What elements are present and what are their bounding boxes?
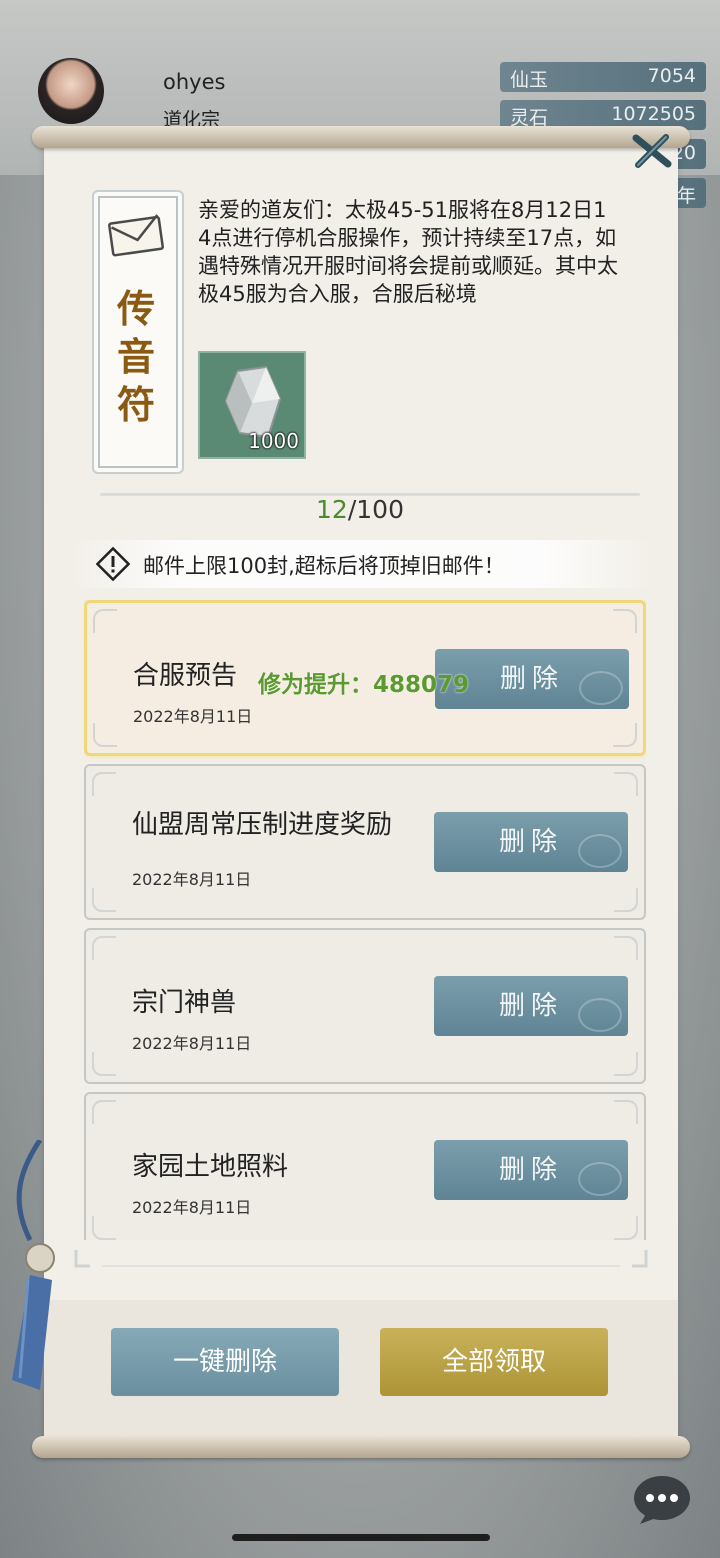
corner-ornament: [614, 1100, 638, 1124]
delete-mail-button[interactable]: 删除: [434, 976, 628, 1036]
mail-date: 2022年8月11日: [132, 1198, 252, 1217]
title-char: 符: [116, 382, 155, 427]
mail-date: 2022年8月11日: [132, 1034, 252, 1053]
delete-mail-button[interactable]: 删除: [434, 1140, 628, 1200]
warning-icon: [96, 547, 130, 581]
cloud-pattern: [578, 1162, 622, 1196]
delete-all-button[interactable]: 一键删除: [111, 1328, 339, 1396]
mail-title: 宗门神兽: [132, 988, 237, 1018]
corner-ornament: [614, 1052, 638, 1076]
corner-ornament: [92, 1052, 116, 1076]
delete-mail-button[interactable]: 删除: [434, 812, 628, 872]
corner-ornament: [92, 1216, 116, 1240]
player-avatar[interactable]: [38, 58, 104, 124]
corner-ornament: [614, 772, 638, 796]
attachment-count: 1000: [248, 429, 299, 453]
mail-count-total: /100: [347, 495, 404, 524]
cultivation-gain-popup: 修为提升：488079: [258, 672, 470, 698]
corner-ornament: [92, 772, 116, 796]
envelope-icon: [108, 214, 164, 257]
tassel-ornament: [12, 1140, 55, 1390]
mail-count: 12/100: [0, 495, 720, 524]
delete-label: 删除: [499, 664, 564, 694]
mail-content[interactable]: 亲爱的道友们：太极45-51服将在8月12日14点进行停机合服操作，预计持续至1…: [198, 196, 618, 326]
chat-icon[interactable]: [632, 1474, 692, 1526]
title-char: 传: [116, 286, 155, 331]
scroll-rod-top: [32, 126, 690, 148]
delete-label: 删除: [498, 827, 563, 857]
frame-ornament: [74, 1250, 648, 1268]
title-char: 音: [116, 334, 155, 379]
corner-ornament: [613, 609, 637, 633]
scroll-rod-bottom: [32, 1436, 690, 1458]
mail-count-current: 12: [316, 495, 348, 524]
delete-label: 删除: [498, 991, 563, 1021]
corner-ornament: [92, 936, 116, 960]
corner-ornament: [93, 609, 117, 633]
corner-ornament: [93, 723, 117, 747]
resource-jade: 仙玉 7054: [500, 62, 706, 92]
corner-ornament: [614, 1216, 638, 1240]
cloud-pattern: [579, 671, 623, 705]
delete-label: 删除: [498, 1155, 563, 1185]
claim-all-button[interactable]: 全部领取: [380, 1328, 608, 1396]
corner-ornament: [614, 888, 638, 912]
resource-value: 年: [676, 185, 696, 207]
mail-item[interactable]: 仙盟周常压制进度奖励 2022年8月11日 删除: [84, 764, 646, 920]
mail-type-title: 传 音 符: [112, 285, 160, 429]
corner-ornament: [614, 936, 638, 960]
home-indicator[interactable]: [232, 1534, 490, 1541]
mail-date: 2022年8月11日: [133, 707, 253, 726]
corner-ornament: [92, 888, 116, 912]
close-icon[interactable]: [630, 132, 674, 170]
corner-ornament: [613, 723, 637, 747]
player-name: ohyes: [163, 70, 226, 94]
attachment-item[interactable]: 1000: [198, 351, 306, 459]
mail-date: 2022年8月11日: [132, 870, 252, 889]
cloud-pattern: [578, 834, 622, 868]
warning-text: 邮件上限100封,超标后将顶掉旧邮件！: [143, 554, 505, 578]
mail-item[interactable]: 家园土地照料 2022年8月11日 删除: [84, 1092, 646, 1240]
mail-item[interactable]: 宗门神兽 2022年8月11日 删除: [84, 928, 646, 1084]
mail-title: 家园土地照料: [132, 1152, 289, 1182]
mail-title: 仙盟周常压制进度奖励: [132, 810, 393, 840]
resource-value: 7054: [647, 65, 696, 87]
cloud-pattern: [578, 998, 622, 1032]
corner-ornament: [92, 1100, 116, 1124]
resource-value: 1072505: [611, 103, 696, 125]
resource-label: 仙玉: [510, 69, 549, 91]
